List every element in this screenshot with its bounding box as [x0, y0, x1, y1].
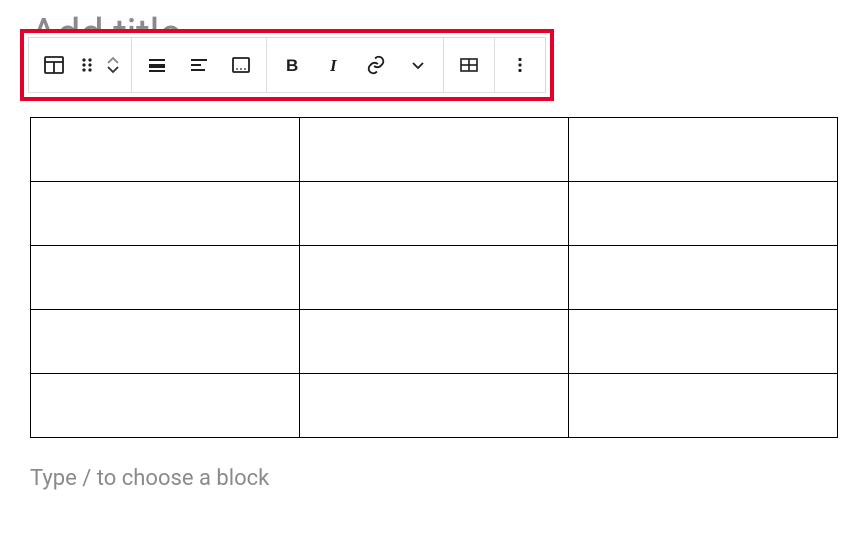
alignment-icon[interactable]	[136, 41, 178, 89]
toolbar-group-table	[444, 38, 495, 92]
table-cell[interactable]	[31, 182, 300, 246]
table-cell[interactable]	[31, 246, 300, 310]
table-row	[31, 310, 838, 374]
chevron-down-icon	[105, 64, 121, 74]
table-cell[interactable]	[300, 374, 569, 438]
table-cell[interactable]	[569, 310, 838, 374]
table-row	[31, 118, 838, 182]
toolbar-group-format: B I	[267, 38, 444, 92]
table-cell[interactable]	[300, 118, 569, 182]
table-row	[31, 182, 838, 246]
block-appender-prompt[interactable]: Type / to choose a block	[30, 466, 837, 491]
bold-button[interactable]: B	[271, 41, 313, 89]
caption-icon[interactable]	[220, 41, 262, 89]
table-body	[31, 118, 838, 438]
table-cell[interactable]	[31, 310, 300, 374]
svg-text:I: I	[329, 56, 338, 75]
toolbar-group-options	[495, 38, 545, 92]
table-cell[interactable]	[31, 374, 300, 438]
table-cell[interactable]	[569, 182, 838, 246]
content-table[interactable]	[30, 117, 838, 438]
text-align-icon[interactable]	[178, 41, 220, 89]
edit-table-icon[interactable]	[448, 41, 490, 89]
table-cell[interactable]	[569, 246, 838, 310]
table-cell[interactable]	[300, 310, 569, 374]
link-button[interactable]	[355, 41, 397, 89]
italic-button[interactable]: I	[313, 41, 355, 89]
toolbar-group-block	[29, 38, 132, 92]
block-toolbar: B I	[28, 37, 546, 93]
table-cell[interactable]	[569, 374, 838, 438]
table-cell[interactable]	[569, 118, 838, 182]
more-richtext-dropdown[interactable]	[397, 41, 439, 89]
table-cell[interactable]	[300, 182, 569, 246]
table-row	[31, 246, 838, 310]
svg-text:B: B	[286, 56, 298, 75]
table-row	[31, 374, 838, 438]
table-block-icon[interactable]	[33, 41, 75, 89]
options-button[interactable]	[499, 41, 541, 89]
table-cell[interactable]	[300, 246, 569, 310]
toolbar-group-align	[132, 38, 267, 92]
move-up-down[interactable]	[99, 41, 127, 89]
toolbar-highlight-box: B I	[20, 29, 554, 101]
drag-handle-icon[interactable]	[75, 41, 99, 89]
table-block[interactable]	[30, 117, 837, 438]
table-cell[interactable]	[31, 118, 300, 182]
